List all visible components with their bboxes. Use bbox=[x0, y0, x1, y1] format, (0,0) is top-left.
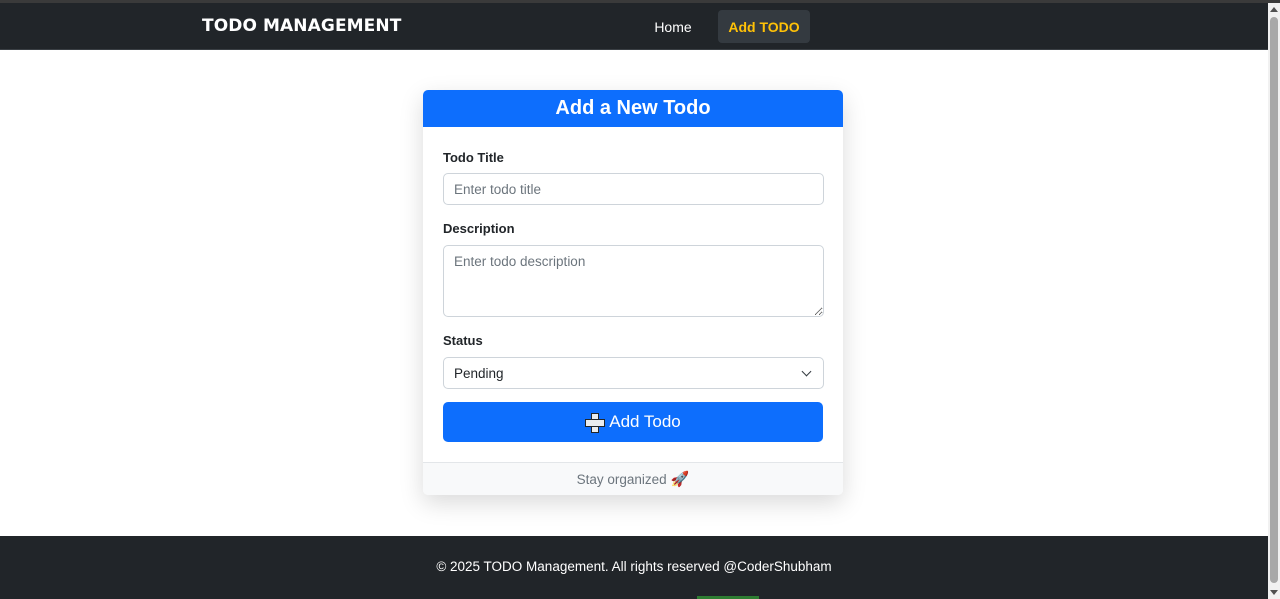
card-title: Add a New Todo bbox=[555, 97, 711, 119]
navbar: TODO MANAGEMENT Home Add TODO bbox=[0, 3, 1268, 50]
scroll-up-arrow-icon[interactable] bbox=[1270, 7, 1278, 12]
plus-icon bbox=[585, 413, 606, 433]
scroll-down-arrow-icon[interactable] bbox=[1270, 590, 1278, 595]
status-label: Status bbox=[443, 333, 483, 348]
todo-title-label: Todo Title bbox=[443, 150, 504, 165]
description-label: Description bbox=[443, 221, 515, 236]
rocket-icon: 🚀 bbox=[670, 471, 690, 488]
card-header: Add a New Todo bbox=[423, 90, 843, 127]
add-todo-button-label: Add Todo bbox=[609, 412, 681, 431]
card-body: Todo Title Description Status Pending Ad… bbox=[423, 127, 843, 462]
vertical-scrollbar[interactable] bbox=[1268, 3, 1280, 599]
footer-copyright: © 2025 TODO Management. All rights reser… bbox=[436, 559, 832, 574]
brand-logo[interactable]: TODO MANAGEMENT bbox=[202, 16, 401, 36]
status-select[interactable]: Pending bbox=[443, 357, 824, 389]
card-footer-text: Stay organized bbox=[576, 471, 667, 487]
status-selected-value: Pending bbox=[454, 365, 504, 381]
add-todo-button[interactable]: Add Todo bbox=[443, 402, 823, 442]
chevron-down-icon bbox=[801, 366, 812, 377]
description-textarea[interactable] bbox=[443, 245, 824, 317]
nav-link-home[interactable]: Home bbox=[644, 10, 702, 43]
add-todo-card: Add a New Todo Todo Title Description St… bbox=[423, 90, 843, 495]
todo-title-input[interactable] bbox=[443, 173, 824, 205]
page-footer: © 2025 TODO Management. All rights reser… bbox=[0, 536, 1268, 599]
scrollbar-thumb[interactable] bbox=[1270, 17, 1278, 583]
card-footer: Stay organized 🚀 bbox=[423, 462, 843, 495]
nav-link-add-todo[interactable]: Add TODO bbox=[718, 10, 810, 43]
